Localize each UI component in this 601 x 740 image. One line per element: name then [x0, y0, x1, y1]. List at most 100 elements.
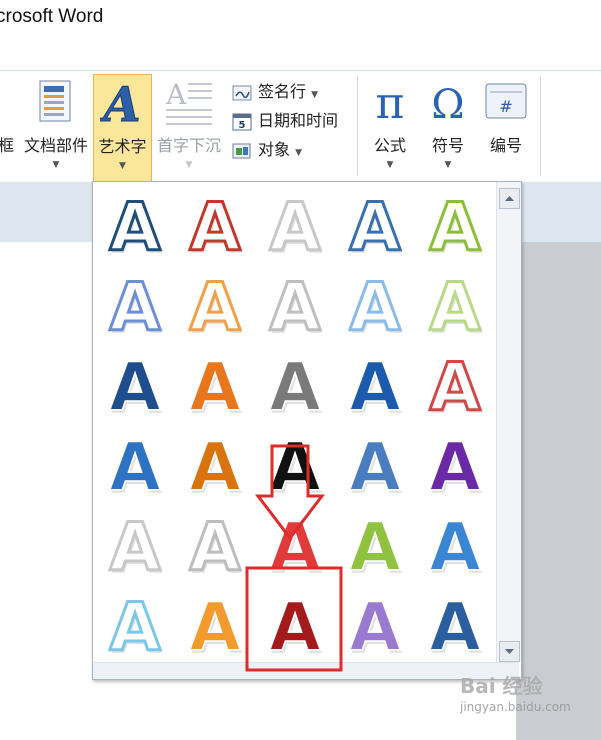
wordart-letter-icon: AA	[188, 188, 243, 270]
watermark-url: jingyan.baidu.com	[460, 700, 571, 714]
quick-parts-label: 文档部件	[23, 136, 88, 155]
document-page	[0, 242, 92, 740]
window-title: crosoft Word	[0, 6, 104, 27]
wordart-letter-icon: AA	[428, 188, 483, 270]
signature-line-button[interactable]: 签名行 ▼	[232, 78, 318, 104]
wordart-letter-icon: AA	[268, 268, 323, 350]
wordart-letter-icon: AA	[348, 268, 403, 350]
wordart-letter: A	[109, 589, 160, 666]
object-label: 对象	[258, 140, 291, 159]
svg-text:Ω: Ω	[431, 82, 464, 126]
wordart-letter: A	[429, 429, 480, 506]
wordart-letter-icon: AA	[429, 588, 483, 669]
wordart-style-20[interactable]: AA	[415, 426, 495, 509]
wordart-letter-icon: AA	[108, 508, 163, 590]
scroll-up-button[interactable]	[499, 188, 520, 209]
wordart-letter: A	[429, 269, 480, 346]
wordart-style-2[interactable]: AA	[175, 186, 255, 270]
drop-cap-button[interactable]: A 首字下沉 ▼	[152, 74, 226, 176]
wordart-label: 艺术字	[98, 137, 147, 156]
object-button[interactable]: 对象 ▼	[232, 136, 302, 162]
wordart-style-12[interactable]: AA	[175, 346, 255, 429]
wordart-style-3[interactable]: AA	[255, 186, 335, 270]
number-label: 编号	[489, 136, 522, 155]
wordart-letter: A	[189, 189, 240, 266]
wordart-letter: A	[189, 509, 240, 586]
wordart-style-8[interactable]: AA	[255, 266, 335, 350]
calendar-icon: 5	[232, 113, 252, 131]
wordart-button[interactable]: A 艺术字 ▼	[93, 74, 152, 183]
wordart-letter: A	[349, 349, 400, 426]
date-time-label: 日期和时间	[258, 111, 339, 130]
wordart-letter: A	[109, 269, 160, 346]
wordart-letter: A	[189, 589, 240, 666]
wordart-style-26[interactable]: AA	[95, 586, 175, 670]
wordart-letter: A	[269, 349, 320, 426]
wordart-letter: A	[269, 189, 320, 266]
annotation-overlay	[245, 444, 343, 672]
gallery-scrollbar[interactable]	[496, 182, 521, 662]
textbox-button[interactable]: 框	[0, 74, 14, 176]
watermark-logo: Bai 经验	[460, 674, 543, 698]
equation-label: 公式	[373, 136, 406, 155]
quick-parts-icon	[39, 80, 71, 122]
chevron-down-icon: ▼	[444, 160, 452, 170]
chevron-down-icon: ▼	[185, 160, 193, 170]
watermark: Bai 经验 jingyan.baidu.com	[456, 662, 601, 722]
wordart-letter-icon: AA	[189, 348, 243, 429]
chevron-down-icon: ▼	[119, 161, 126, 171]
wordart-letter-icon: AA	[109, 428, 163, 509]
wordart-letter-icon: AA	[188, 268, 243, 350]
equation-button[interactable]: π 公式 ▼	[362, 74, 418, 176]
wordart-style-5[interactable]: AA	[415, 186, 495, 270]
quick-parts-button[interactable]: 文档部件 ▼	[20, 74, 92, 176]
wordart-letter: A	[429, 189, 480, 266]
wordart-style-25[interactable]: AA	[415, 506, 495, 589]
wordart-style-4[interactable]: AA	[335, 186, 415, 270]
chevron-down-icon: ▼	[52, 160, 60, 170]
scroll-down-button[interactable]	[499, 641, 520, 662]
wordart-letter-icon: AA	[429, 508, 483, 589]
title-bar: crosoft Word	[0, 0, 601, 70]
date-time-button[interactable]: 5 日期和时间	[232, 107, 338, 133]
wordart-style-30[interactable]: AA	[415, 586, 495, 669]
wordart-style-6[interactable]: AA	[95, 266, 175, 350]
symbol-button[interactable]: Ω 符号 ▼	[420, 74, 476, 176]
wordart-style-13[interactable]: AA	[255, 346, 335, 429]
chevron-down-icon: ▼	[295, 148, 303, 158]
wordart-style-11[interactable]: AA	[95, 346, 175, 429]
wordart-letter: A	[349, 509, 400, 586]
wordart-style-15[interactable]: AA	[415, 346, 495, 430]
wordart-letter: A	[109, 349, 160, 426]
omega-icon: Ω	[431, 82, 464, 126]
wordart-style-10[interactable]: AA	[415, 266, 495, 350]
wordart-letter-icon: AA	[348, 188, 403, 270]
svg-text:π: π	[376, 78, 405, 126]
wordart-style-21[interactable]: AA	[95, 506, 175, 590]
chevron-down-icon: ▼	[386, 160, 394, 170]
wordart-letter: A	[429, 349, 480, 426]
number-button[interactable]: # 编号	[478, 74, 534, 176]
signature-line-icon	[232, 85, 252, 100]
wordart-letter-icon: AA	[268, 188, 323, 270]
chevron-down-icon	[505, 649, 514, 654]
wordart-letter-icon: AA	[428, 268, 483, 350]
group-separator	[540, 76, 541, 176]
chevron-up-icon	[505, 196, 514, 201]
wordart-letter-icon: AA	[428, 348, 483, 430]
number-icon: #	[485, 83, 527, 119]
wordart-letter: A	[349, 589, 400, 666]
svg-text:5: 5	[239, 120, 246, 131]
wordart-letter: A	[109, 509, 160, 586]
wordart-style-7[interactable]: AA	[175, 266, 255, 350]
wordart-style-9[interactable]: AA	[335, 266, 415, 350]
wordart-letter: A	[429, 589, 480, 666]
wordart-letter-icon: AA	[269, 348, 323, 429]
wordart-letter-icon: AA	[108, 588, 163, 670]
wordart-letter: A	[269, 269, 320, 346]
wordart-style-16[interactable]: AA	[95, 426, 175, 509]
svg-text:A: A	[100, 79, 141, 129]
pi-icon: π	[376, 78, 405, 126]
wordart-style-14[interactable]: AA	[335, 346, 415, 429]
wordart-style-1[interactable]: AA	[95, 186, 175, 270]
